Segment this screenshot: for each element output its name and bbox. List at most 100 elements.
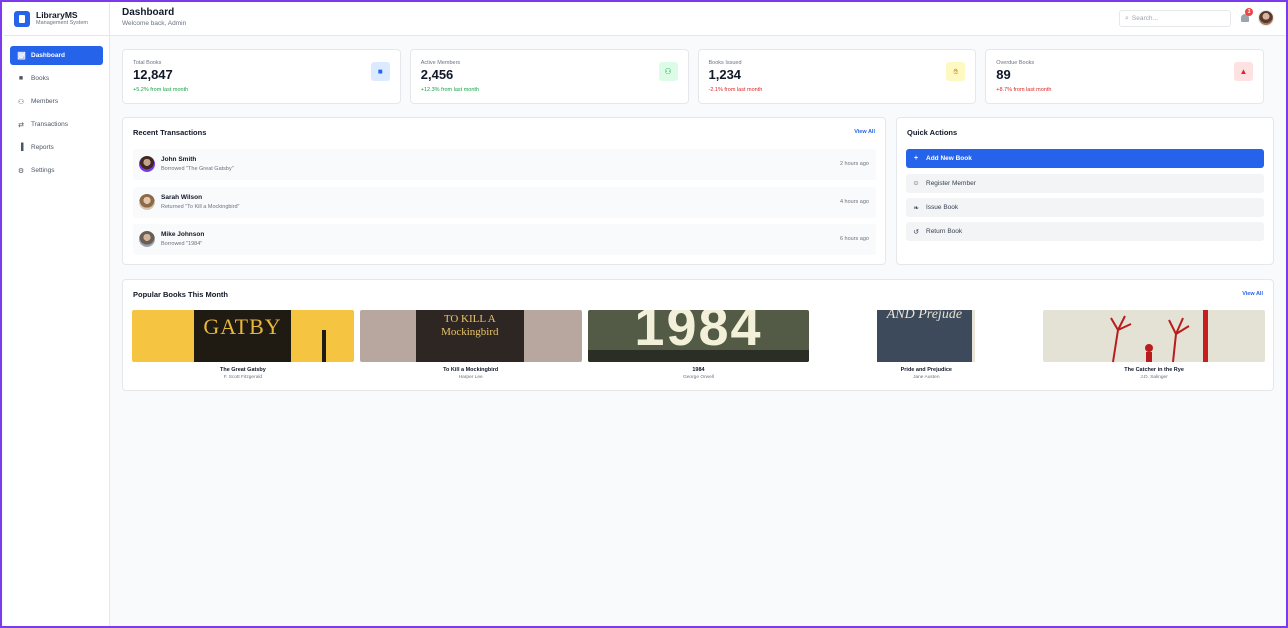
search-box[interactable]: ⌕	[1119, 10, 1231, 27]
recent-transactions-panel: Recent Transactions View All John Smith …	[122, 117, 886, 265]
transaction-description: Borrowed "The Great Gatsby"	[161, 166, 234, 172]
book-card[interactable]: AND Prejude Pride and Prejudice Jane Aus…	[815, 310, 1038, 380]
book-author: F. Scott Fitzgerald	[223, 375, 263, 380]
book-card[interactable]: TO KILL A Mockingbird To Kill a Mockingb…	[359, 310, 582, 380]
stat-value: 1,234	[708, 67, 742, 82]
sidebar-item-label: Transactions	[31, 121, 68, 128]
exchange-icon: ⇄	[18, 121, 24, 129]
member-name: Sarah Wilson	[161, 194, 203, 201]
panel-title: Quick Actions	[907, 128, 958, 137]
sidebar-item-label: Dashboard	[31, 52, 65, 59]
book-card[interactable]: GATBY The Great Gatsby F. Scott Fitzgera…	[132, 310, 354, 380]
button-label: Add New Book	[926, 155, 972, 162]
book-card[interactable]: 1984 1984 George Orwell	[587, 310, 810, 380]
bar-chart-icon: ▐	[18, 144, 24, 151]
book-icon: ■	[370, 62, 390, 81]
book-cover	[1043, 310, 1265, 362]
panel-title: Popular Books This Month	[133, 290, 228, 299]
book-title: To Kill a Mockingbird	[443, 367, 499, 373]
transaction-row[interactable]: John Smith Borrowed "The Great Gatsby" 2…	[133, 149, 876, 180]
sidebar: LibraryMS Management System 📈︎ Dashboard…	[4, 2, 110, 626]
stat-label: Overdue Books	[996, 60, 1035, 66]
cover-title: TO KILL A Mockingbird	[441, 313, 499, 338]
sidebar-item-label: Settings	[31, 167, 55, 174]
sidebar-item-label: Books	[31, 75, 50, 82]
cover-title: GATBY	[203, 314, 282, 339]
sidebar-item-reports[interactable]: ▐ Reports	[10, 138, 103, 157]
notifications-button[interactable]: 3	[1240, 8, 1253, 22]
undo-icon: ↺	[913, 228, 919, 236]
brand[interactable]: LibraryMS Management System	[4, 2, 109, 36]
app-name: LibraryMS	[36, 10, 78, 20]
book-title: The Catcher in the Rye	[1124, 367, 1184, 373]
warning-icon: ▲	[1234, 62, 1253, 81]
member-name: Mike Johnson	[161, 231, 205, 238]
sidebar-item-transactions[interactable]: ⇄ Transactions	[10, 115, 103, 134]
book-cover: TO KILL A Mockingbird	[359, 310, 582, 362]
sidebar-item-settings[interactable]: ⚙ Settings	[10, 161, 103, 180]
stat-value: 89	[996, 67, 1011, 82]
register-member-button[interactable]: ☺ Register Member	[906, 174, 1264, 193]
stat-label: Books Issued	[708, 60, 742, 66]
sidebar-item-label: Reports	[31, 144, 54, 151]
search-input[interactable]	[1131, 15, 1222, 22]
book-icon: ■	[18, 75, 24, 82]
transaction-time: 4 hours ago	[839, 199, 869, 205]
cover-title: AND Prejude	[886, 310, 963, 322]
add-new-book-button[interactable]: + Add New Book	[906, 149, 1264, 168]
avatar	[139, 156, 155, 172]
stat-trend: -2.1% from last month	[708, 87, 763, 93]
user-plus-icon: ☺	[912, 180, 920, 187]
user-avatar[interactable]	[1258, 10, 1274, 26]
catcher-cover-art	[1110, 310, 1209, 362]
view-all-transactions-link[interactable]: View All	[854, 129, 875, 135]
book-title: 1984	[692, 367, 705, 373]
stat-value: 2,456	[420, 67, 454, 82]
view-all-books-link[interactable]: View All	[1242, 291, 1263, 297]
transaction-description: Borrowed "1984"	[161, 241, 203, 247]
stats-row: Total Books 12,847 +5.2% from last month…	[122, 49, 1264, 104]
button-label: Issue Book	[926, 204, 959, 211]
avatar	[139, 194, 155, 210]
return-book-button[interactable]: ↺ Return Book	[906, 222, 1264, 241]
gear-icon: ⚙	[17, 167, 25, 175]
transaction-description: Returned "To Kill a Mockingbird"	[161, 204, 240, 210]
library-logo-icon	[14, 10, 30, 27]
transaction-time: 6 hours ago	[839, 236, 869, 242]
stat-card-total-books: Total Books 12,847 +5.2% from last month…	[122, 49, 401, 104]
hand-icon: ✋︎	[946, 62, 966, 81]
hand-icon: ❧	[913, 204, 919, 212]
panel-title: Recent Transactions	[133, 128, 207, 137]
search-icon: ⌕	[1125, 14, 1129, 22]
users-icon: ⚇	[658, 62, 678, 81]
stat-trend: +12.3% from last month	[420, 87, 479, 93]
book-title: Pride and Prejudice	[900, 367, 952, 373]
book-cover: 1984	[587, 310, 810, 362]
popular-books-panel: Popular Books This Month View All GATBY …	[122, 279, 1274, 391]
sidebar-item-books[interactable]: ■ Books	[10, 69, 103, 88]
issue-book-button[interactable]: ❧ Issue Book	[906, 198, 1264, 217]
member-name: John Smith	[161, 156, 197, 163]
notification-badge: 3	[1245, 8, 1253, 16]
sidebar-item-members[interactable]: ⚇ Members	[10, 92, 103, 111]
stat-card-active-members: Active Members 2,456 +12.3% from last mo…	[409, 49, 689, 104]
sidebar-item-dashboard[interactable]: 📈︎ Dashboard	[10, 46, 103, 65]
sidebar-nav: 📈︎ Dashboard ■ Books ⚇ Members ⇄ Transac…	[4, 36, 109, 194]
book-author: Jane Austen	[913, 375, 940, 380]
stat-trend: +8.7% from last month	[996, 87, 1052, 93]
book-card[interactable]: The Catcher in the Rye J.D. Salinger	[1043, 310, 1265, 380]
button-label: Register Member	[926, 180, 976, 187]
plus-icon: +	[913, 155, 919, 162]
book-author: Harper Lee	[458, 375, 483, 380]
stat-label: Active Members	[420, 60, 461, 66]
avatar	[139, 231, 155, 247]
transaction-row[interactable]: Sarah Wilson Returned "To Kill a Mocking…	[133, 187, 876, 218]
book-author: J.D. Salinger	[1140, 375, 1168, 380]
chart-line-icon: 📈︎	[17, 52, 26, 60]
users-icon: ⚇	[17, 98, 25, 106]
transaction-row[interactable]: Mike Johnson Borrowed "1984" 6 hours ago	[133, 224, 876, 255]
book-title: The Great Gatsby	[219, 367, 266, 373]
stat-card-overdue-books: Overdue Books 89 +8.7% from last month ▲	[985, 49, 1264, 104]
book-cover: AND Prejude	[815, 310, 1038, 362]
quick-actions-panel: Quick Actions + Add New Book ☺ Register …	[896, 117, 1274, 265]
